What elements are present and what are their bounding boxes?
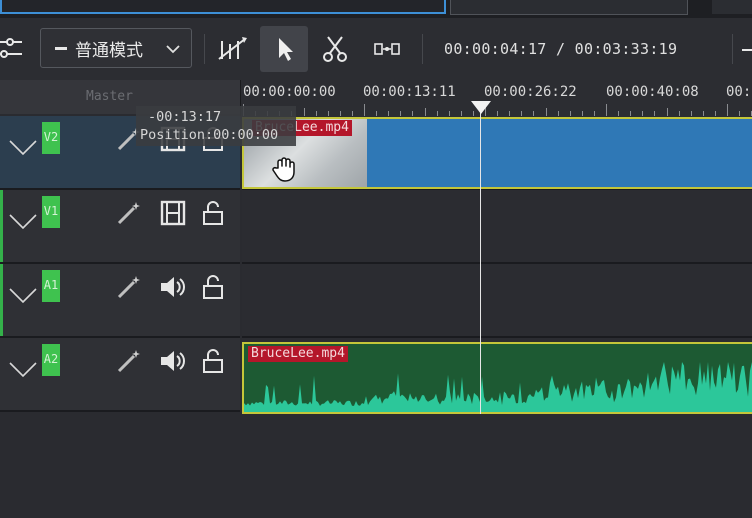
track-header-v1[interactable]: V1 bbox=[0, 190, 240, 264]
track-badge: V1 bbox=[42, 196, 60, 228]
ruler-tick bbox=[424, 108, 426, 116]
ruler-tick bbox=[727, 104, 728, 116]
tooltip-offset: -00:13:17 bbox=[148, 109, 222, 125]
lock-icon[interactable] bbox=[198, 346, 228, 376]
timecode-display: 00:00:04:17 / 00:03:33:19 bbox=[444, 40, 677, 58]
chevron-down-icon bbox=[165, 41, 181, 60]
lock-icon[interactable] bbox=[198, 198, 228, 228]
playhead-line[interactable] bbox=[480, 104, 481, 414]
more-icon[interactable] bbox=[742, 44, 752, 56]
sliders-icon[interactable] bbox=[0, 32, 26, 64]
timecode-separator: / bbox=[555, 40, 566, 58]
track-badge: A1 bbox=[42, 270, 60, 302]
ruler-tick bbox=[606, 104, 607, 116]
speaker-icon[interactable] bbox=[158, 346, 188, 376]
track-badge: V2 bbox=[42, 122, 60, 154]
total-timecode: 00:03:33:19 bbox=[574, 40, 678, 58]
track-badge: A2 bbox=[42, 344, 60, 376]
select-tool-button[interactable] bbox=[260, 26, 308, 72]
collapse-chevron-icon[interactable] bbox=[8, 360, 38, 384]
tab[interactable] bbox=[450, 0, 688, 15]
collapse-chevron-icon[interactable] bbox=[8, 212, 38, 236]
cursor-arrow-icon bbox=[274, 36, 296, 62]
ruler-mark-label: 00:00:00:00 bbox=[243, 84, 336, 100]
ruler-tick bbox=[545, 108, 547, 116]
grab-hand-cursor-icon bbox=[270, 154, 300, 188]
ruler-mark-label: 00:00:40:08 bbox=[606, 84, 699, 100]
effects-wand-icon[interactable] bbox=[114, 198, 144, 228]
current-timecode: 00:00:04:17 bbox=[444, 40, 547, 58]
ruler-mark-label: 00:00:26:22 bbox=[484, 84, 577, 100]
active-tab[interactable] bbox=[0, 0, 446, 14]
video-clip-body[interactable] bbox=[367, 118, 752, 188]
effects-wand-icon[interactable] bbox=[114, 272, 144, 302]
drag-position-tooltip: -00:13:17 Position:00:00:00 bbox=[136, 106, 296, 146]
track-color-edge bbox=[0, 264, 3, 336]
track-lane-v1[interactable] bbox=[242, 190, 752, 264]
audio-clip-label: BruceLee.mp4 bbox=[248, 346, 348, 362]
ruler-tick bbox=[364, 104, 365, 116]
slip-tool-icon[interactable] bbox=[372, 38, 402, 60]
collapse-chevron-icon[interactable] bbox=[8, 286, 38, 310]
mode-dash-icon bbox=[55, 46, 67, 50]
empty-timeline-area[interactable] bbox=[0, 416, 752, 518]
ruler-tick bbox=[666, 108, 668, 116]
collapse-chevron-icon[interactable] bbox=[8, 138, 38, 162]
timeline-ruler[interactable]: 00:00:00:00 00:00:13:11 00:00:26:22 00:0… bbox=[240, 80, 752, 116]
edit-mode-label: 普通模式 bbox=[75, 40, 143, 61]
ruler-mark-label: 00:00 bbox=[726, 84, 752, 100]
effects-wand-icon[interactable] bbox=[114, 346, 144, 376]
tab[interactable] bbox=[712, 0, 752, 14]
track-color-edge bbox=[0, 190, 3, 262]
ruler-mark-label: 00:00:13:11 bbox=[363, 84, 456, 100]
edit-mode-select[interactable]: 普通模式 bbox=[40, 28, 192, 68]
speaker-icon[interactable] bbox=[158, 272, 188, 302]
toolbar-separator bbox=[422, 34, 423, 64]
ruler-tick bbox=[303, 108, 305, 116]
film-icon[interactable] bbox=[158, 198, 188, 228]
spacer-tool-icon[interactable] bbox=[216, 34, 250, 64]
track-header-a1[interactable]: A1 bbox=[0, 264, 240, 338]
tooltip-position: Position:00:00:00 bbox=[140, 127, 279, 143]
lock-icon[interactable] bbox=[198, 272, 228, 302]
audio-clip[interactable]: BruceLee.mp4 bbox=[242, 342, 752, 414]
razor-scissors-icon[interactable] bbox=[320, 34, 350, 64]
track-header-a2[interactable]: A2 bbox=[0, 338, 240, 412]
track-lane-a1[interactable] bbox=[242, 264, 752, 338]
timeline-toolbar: 普通模式 00:00:04:17 / 00:03:33:19 bbox=[0, 18, 752, 81]
toolbar-separator bbox=[732, 34, 733, 64]
top-tab-strip bbox=[0, 0, 752, 18]
master-label: Master bbox=[86, 89, 133, 104]
toolbar-separator bbox=[204, 34, 205, 64]
playhead-marker-icon[interactable] bbox=[471, 100, 491, 119]
